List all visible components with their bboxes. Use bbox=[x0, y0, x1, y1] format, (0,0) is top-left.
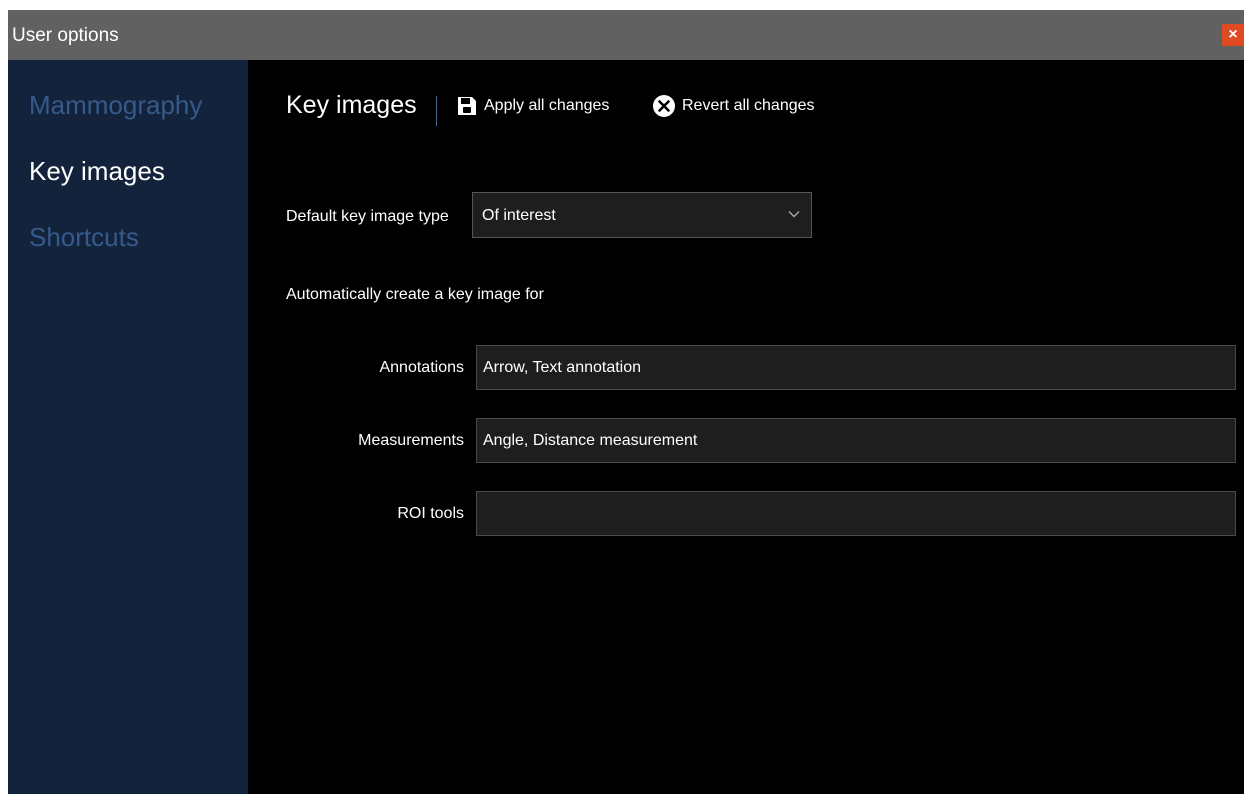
user-options-window: User options × Mammography Key images Sh… bbox=[8, 10, 1244, 794]
measurements-value: Angle, Distance measurement bbox=[483, 432, 698, 449]
title-bar: User options × bbox=[8, 10, 1244, 60]
auto-create-key-image-label: Automatically create a key image for bbox=[286, 286, 544, 303]
roi-tools-label: ROI tools bbox=[397, 505, 464, 522]
close-button[interactable]: × bbox=[1222, 24, 1244, 46]
default-key-image-type-value: Of interest bbox=[482, 207, 556, 224]
chevron-down-icon bbox=[787, 207, 801, 226]
annotations-label: Annotations bbox=[379, 359, 464, 376]
save-icon bbox=[456, 95, 478, 117]
roi-tools-field[interactable] bbox=[476, 491, 1236, 536]
main-panel: Key images Apply all changes Revert all … bbox=[248, 60, 1244, 794]
sidebar-item-mammography[interactable]: Mammography bbox=[29, 90, 202, 120]
default-key-image-type-label: Default key image type bbox=[286, 208, 449, 225]
measurements-field[interactable]: Angle, Distance measurement bbox=[476, 418, 1236, 463]
apply-all-changes-label: Apply all changes bbox=[484, 97, 610, 114]
close-icon: × bbox=[1228, 26, 1238, 43]
title-divider bbox=[436, 96, 437, 126]
sidebar-item-key-images[interactable]: Key images bbox=[29, 156, 165, 186]
revert-all-changes-label: Revert all changes bbox=[682, 97, 815, 114]
sidebar-item-shortcuts[interactable]: Shortcuts bbox=[29, 222, 139, 252]
window-title: User options bbox=[12, 25, 119, 46]
annotations-value: Arrow, Text annotation bbox=[483, 359, 642, 376]
measurements-label: Measurements bbox=[358, 432, 464, 449]
page-title: Key images bbox=[286, 91, 417, 119]
apply-all-changes-button[interactable]: Apply all changes bbox=[456, 94, 609, 118]
close-circle-icon bbox=[652, 94, 676, 118]
revert-all-changes-button[interactable]: Revert all changes bbox=[652, 94, 815, 118]
default-key-image-type-select[interactable]: Of interest bbox=[472, 192, 812, 238]
annotations-field[interactable]: Arrow, Text annotation bbox=[476, 345, 1236, 390]
sidebar: Mammography Key images Shortcuts bbox=[8, 60, 248, 794]
